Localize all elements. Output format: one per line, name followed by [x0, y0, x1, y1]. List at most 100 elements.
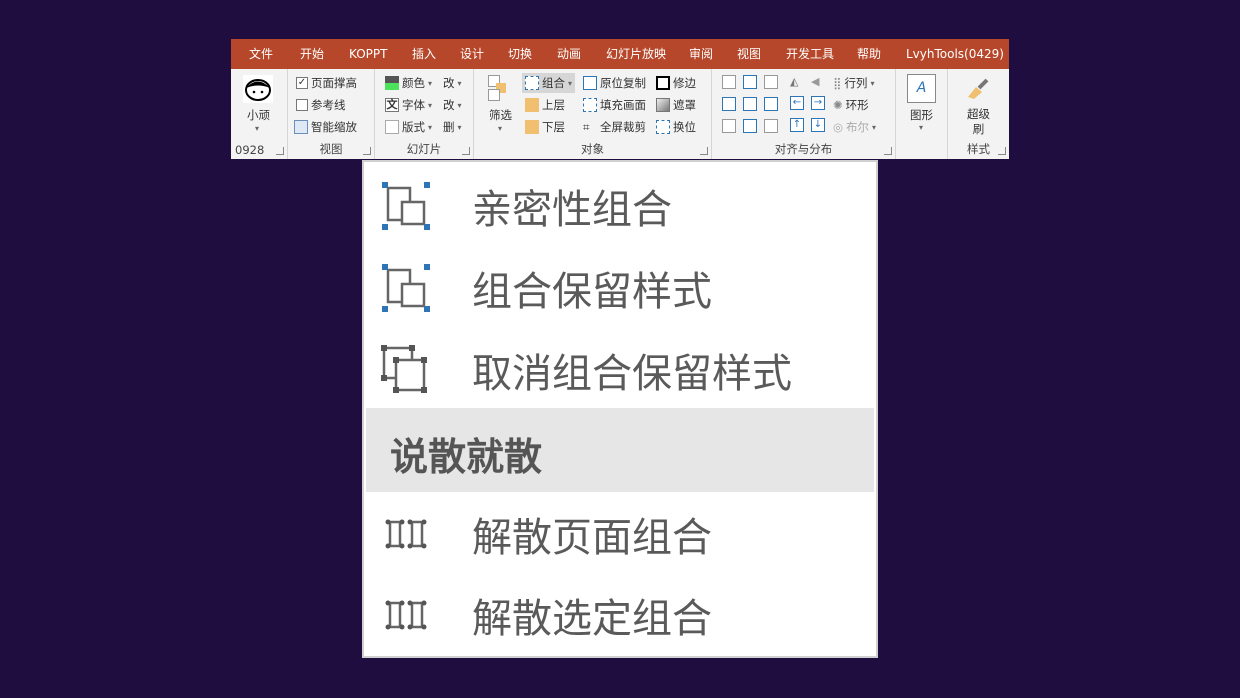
- send-backward-button[interactable]: 下层: [525, 119, 565, 135]
- border-icon: [656, 76, 670, 90]
- user-name[interactable]: 小顽: [247, 107, 270, 123]
- label: 版式: [402, 120, 425, 134]
- ring-icon: ✺: [833, 98, 843, 112]
- menu-item-label: 解散选定组合: [472, 596, 712, 642]
- label: 改: [443, 98, 455, 112]
- tab-animations[interactable]: 动画: [557, 39, 581, 69]
- swap-button[interactable]: 换位: [656, 119, 696, 135]
- menu-item-ungroup-keep-style[interactable]: 取消组合保留样式: [364, 330, 876, 410]
- font-icon: 文: [385, 98, 399, 112]
- dropdown-menu: 亲密性组合 组合保留样式 取消组合保留样式 说散就散 解散页面组合 解散选定组合: [362, 160, 878, 658]
- color-icon: [385, 76, 399, 90]
- menu-item-label: 亲密性组合: [472, 187, 672, 233]
- tab-lvyhtools[interactable]: LvyhTools(0429): [906, 39, 1004, 69]
- group-icon: [382, 182, 430, 230]
- launcher-icon[interactable]: [884, 147, 892, 155]
- align-icon[interactable]: [722, 75, 736, 89]
- label: 填充画面: [600, 98, 646, 112]
- filter-icon[interactable]: [488, 75, 514, 103]
- launcher-icon[interactable]: [700, 147, 708, 155]
- tab-help[interactable]: 帮助: [857, 39, 881, 69]
- color-button[interactable]: 颜色 ▾: [385, 75, 432, 91]
- boolean-icon: ◎: [833, 120, 844, 134]
- tab-transitions[interactable]: 切换: [508, 39, 532, 69]
- trim-edge-button[interactable]: 修边: [656, 75, 696, 91]
- modify-button-2[interactable]: 改 ▾: [443, 97, 462, 113]
- align-icon[interactable]: [764, 75, 778, 89]
- checkbox-page-height[interactable]: ✓ 页面撑高: [296, 75, 357, 91]
- menu-section-header: 说散就散: [366, 408, 874, 492]
- checkbox-guides[interactable]: 参考线: [296, 97, 346, 113]
- align-icon[interactable]: [722, 119, 736, 133]
- label: 组合: [542, 76, 565, 90]
- align-icon[interactable]: [743, 97, 757, 111]
- launcher-icon[interactable]: [462, 147, 470, 155]
- fullscreen-crop-button[interactable]: ⌗ 全屏裁剪: [583, 119, 646, 135]
- align-icon[interactable]: [764, 97, 778, 111]
- launcher-icon[interactable]: [998, 147, 1006, 155]
- align-icon[interactable]: [722, 97, 736, 111]
- group-label: 幻灯片: [406, 142, 442, 156]
- shape-button[interactable]: 图形: [910, 107, 933, 123]
- menu-item-dissolve-page-groups[interactable]: 解散页面组合: [364, 494, 876, 574]
- menu-item-group-keep-style[interactable]: 组合保留样式: [364, 248, 876, 328]
- arrow-right-icon[interactable]: →: [811, 96, 825, 110]
- filter-button[interactable]: 筛选: [489, 107, 512, 123]
- tab-view[interactable]: 视图: [737, 39, 761, 69]
- flip-icon[interactable]: ◭: [790, 75, 804, 88]
- swap-icon: [656, 120, 670, 134]
- align-icon[interactable]: [743, 75, 757, 89]
- launcher-icon[interactable]: [363, 147, 371, 155]
- menu-item-dissolve-selected-groups[interactable]: 解散选定组合: [364, 575, 876, 655]
- label: 删: [443, 120, 455, 134]
- grid-button[interactable]: ⣿ 行列 ▾: [833, 75, 874, 91]
- mask-button[interactable]: 遮罩: [656, 97, 696, 113]
- ungroup-icon: [381, 345, 427, 393]
- tab-design[interactable]: 设计: [460, 39, 484, 69]
- avatar[interactable]: [243, 75, 273, 103]
- ribbon-tabs: 文件 开始 KOPPT 插入 设计 切换 动画 幻灯片放映 审阅 视图 开发工具…: [231, 39, 1009, 69]
- layout-button[interactable]: 版式 ▾: [385, 119, 432, 135]
- label: 智能缩放: [311, 120, 357, 134]
- group-label: 对象: [581, 142, 604, 156]
- menu-item-intimacy-group[interactable]: 亲密性组合: [364, 166, 876, 246]
- arrow-left-icon[interactable]: ←: [790, 96, 804, 110]
- align-icon[interactable]: [743, 119, 757, 133]
- tab-home[interactable]: 开始: [300, 39, 324, 69]
- tab-slideshow[interactable]: 幻灯片放映: [606, 39, 666, 69]
- font-button[interactable]: 文字体 ▾: [385, 97, 432, 113]
- duplicate-in-place-button[interactable]: 原位复制: [583, 75, 646, 91]
- section-title: 说散就散: [390, 435, 543, 479]
- arrow-up-icon[interactable]: ↑: [790, 118, 804, 132]
- dropdown-arrow-icon[interactable]: ▾: [255, 124, 259, 133]
- bring-forward-button[interactable]: 上层: [525, 97, 565, 113]
- arrow-down-icon[interactable]: ↓: [811, 118, 825, 132]
- tab-insert[interactable]: 插入: [412, 39, 436, 69]
- fill-canvas-button[interactable]: 填充画面: [583, 97, 646, 113]
- group-style: 超级刷 样式: [948, 69, 1009, 159]
- mask-icon: [656, 98, 670, 112]
- modify-button[interactable]: 改 ▾: [443, 75, 462, 91]
- tab-review[interactable]: 审阅: [689, 39, 713, 69]
- dropdown-arrow-icon[interactable]: ▾: [919, 123, 923, 132]
- smart-zoom-button[interactable]: 智能缩放: [294, 119, 357, 135]
- group-slide: 颜色 ▾ 文字体 ▾ 版式 ▾ 改 ▾ 改 ▾ 删 ▾ 幻灯片: [375, 69, 474, 159]
- copy-icon: [583, 76, 597, 90]
- tab-file[interactable]: 文件: [249, 39, 273, 69]
- layer-down-icon: [525, 120, 539, 134]
- group-button[interactable]: 组合 ▾: [522, 73, 576, 93]
- shape-icon[interactable]: A: [907, 74, 936, 103]
- ring-button[interactable]: ✺ 环形: [833, 97, 869, 113]
- flip-icon[interactable]: ◀: [811, 75, 825, 88]
- tab-koppt[interactable]: KOPPT: [349, 39, 387, 69]
- super-brush-button[interactable]: 超级刷: [966, 107, 991, 137]
- brush-icon[interactable]: [964, 77, 990, 99]
- align-buttons: [722, 75, 778, 133]
- tab-developer[interactable]: 开发工具: [786, 39, 834, 69]
- boolean-button[interactable]: ◎ 布尔 ▾: [833, 119, 876, 135]
- launcher-icon[interactable]: [276, 147, 284, 155]
- align-icon[interactable]: [764, 119, 778, 133]
- layout-icon: [385, 120, 399, 134]
- dropdown-arrow-icon[interactable]: ▾: [498, 124, 502, 133]
- delete-button[interactable]: 删 ▾: [443, 119, 462, 135]
